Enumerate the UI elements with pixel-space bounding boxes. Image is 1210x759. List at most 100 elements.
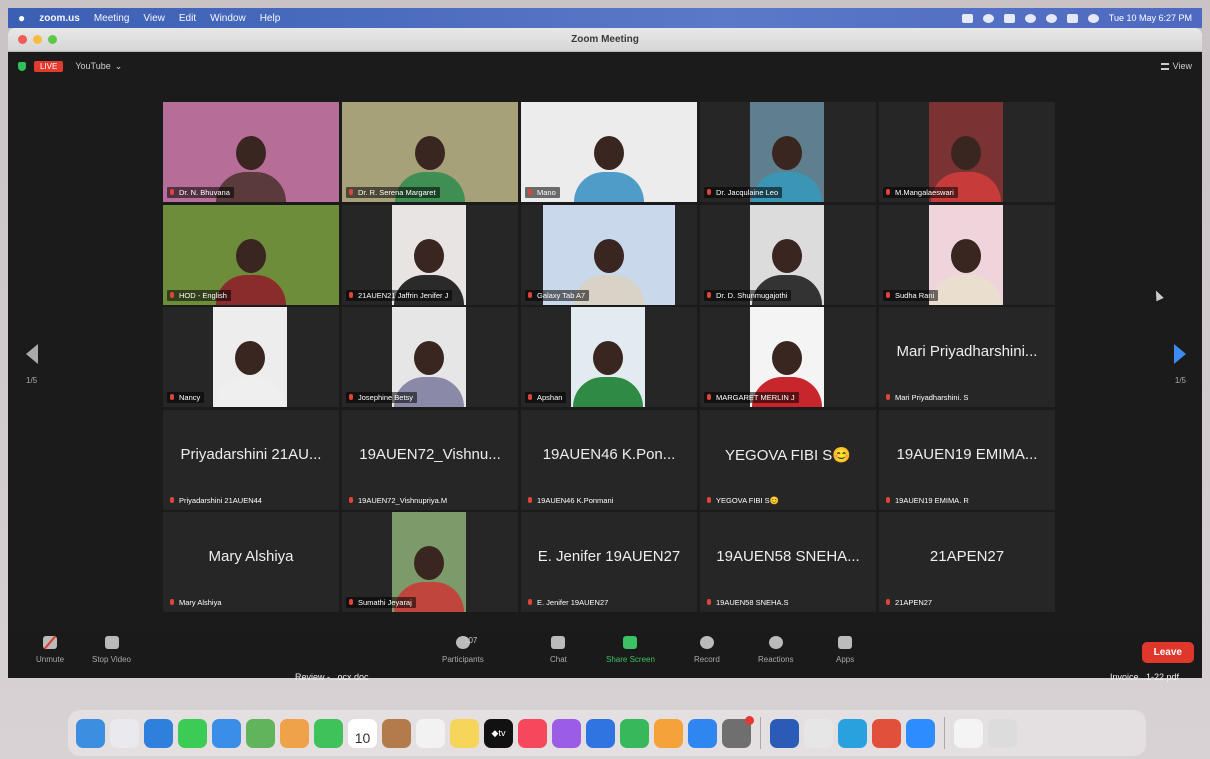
contacts-icon[interactable]	[382, 718, 411, 748]
zoom-status-icon[interactable]	[961, 13, 973, 23]
record-button[interactable]: Record	[694, 636, 720, 664]
participant-tile[interactable]: Mano	[521, 102, 697, 202]
telegram-icon[interactable]	[838, 718, 867, 748]
participant-tile[interactable]: E. Jenifer 19AUEN27 E. Jenifer 19AUEN27	[521, 512, 697, 612]
participant-label-text: HOD - English	[179, 290, 227, 300]
participant-tile[interactable]: 21APEN27 21APEN27	[879, 512, 1055, 612]
numbers-icon[interactable]	[620, 718, 649, 748]
participant-tile[interactable]: Apshan	[521, 307, 697, 407]
notes-icon[interactable]	[450, 718, 479, 748]
menu-app-zoom[interactable]: zoom.us	[39, 13, 80, 24]
spotlight-icon[interactable]	[1045, 13, 1057, 23]
menu-edit[interactable]: Edit	[179, 13, 196, 24]
participant-tile[interactable]: Josephine Betsy	[342, 307, 518, 407]
participant-tile[interactable]: M.Mangalaeswari	[879, 102, 1055, 202]
reactions-button[interactable]: Reactions	[758, 636, 794, 664]
participant-label-text: Mary Alshiya	[179, 598, 222, 607]
menu-meeting[interactable]: Meeting	[94, 13, 130, 24]
chrome-icon[interactable]	[804, 718, 833, 748]
app-store-icon[interactable]	[688, 718, 717, 748]
participant-tile[interactable]: Mary Alshiya Mary Alshiya	[163, 512, 339, 612]
finder-icon[interactable]	[76, 718, 105, 748]
mail-icon[interactable]	[212, 718, 241, 748]
participant-tile[interactable]: Sumathi Jeyaraj	[342, 512, 518, 612]
safari-icon[interactable]	[144, 718, 173, 748]
head-shape	[772, 238, 802, 273]
participant-name-label: Priyadarshini 21AUEN44	[167, 495, 266, 506]
document-icon[interactable]	[954, 718, 983, 748]
word-icon[interactable]	[770, 718, 799, 748]
menu-help[interactable]: Help	[260, 13, 281, 24]
muted-mic-icon	[528, 189, 532, 195]
grid-icon	[1160, 62, 1169, 70]
participant-tile[interactable]: Dr. D. Shunmugajothi	[700, 204, 876, 305]
maps-icon[interactable]	[246, 718, 275, 748]
chevron-down-icon[interactable]: ⌄	[115, 61, 123, 72]
participant-tile[interactable]: Dr. N. Bhuvana	[163, 102, 339, 202]
previous-page-arrow[interactable]	[26, 344, 38, 364]
chat-button[interactable]: Chat	[550, 636, 567, 664]
apple-icon[interactable]: ●	[18, 11, 25, 25]
stream-target[interactable]: YouTube	[75, 61, 110, 71]
next-page-arrow[interactable]	[1174, 344, 1186, 364]
participant-tile[interactable]: Dr. Jacqulaine Leo	[700, 102, 876, 202]
participant-name-label: MARGARET MERLIN J	[704, 392, 799, 403]
participant-tile[interactable]: Sudha Rani	[879, 204, 1055, 305]
calendar-icon[interactable]: 10	[348, 718, 377, 748]
facetime-icon[interactable]	[314, 718, 343, 748]
battery-icon[interactable]	[1003, 13, 1015, 23]
launchpad-icon[interactable]	[110, 718, 139, 748]
zoom-icon[interactable]	[906, 718, 935, 748]
head-shape	[951, 238, 981, 273]
menu-window[interactable]: Window	[210, 13, 246, 24]
tv-icon[interactable]: ◆tv	[484, 718, 513, 748]
record-status-icon[interactable]	[982, 13, 994, 23]
wifi-icon[interactable]	[1024, 13, 1036, 23]
desktop-file-invoice[interactable]: Invoice...1-22.pdf	[1110, 672, 1179, 682]
stop-video-button[interactable]: Stop Video	[92, 636, 131, 664]
menu-view[interactable]: View	[143, 13, 165, 24]
siri-icon[interactable]	[1087, 13, 1099, 23]
participant-tile[interactable]: YEGOVA FIBI S😊 YEGOVA FIBI S😊	[700, 409, 876, 510]
participant-tile[interactable]: 21AUEN21 Jaffrin Jenifer J	[342, 204, 518, 305]
participant-tile[interactable]: MARGARET MERLIN J	[700, 307, 876, 407]
apps-button[interactable]: Apps	[836, 636, 854, 664]
participant-tile[interactable]: HOD - English	[163, 204, 339, 305]
participant-label-text: Nancy	[179, 393, 201, 402]
participant-tile[interactable]: Dr. R. Serena Margaret	[342, 102, 518, 202]
shield-icon[interactable]	[18, 61, 26, 71]
participant-silhouette	[931, 238, 1001, 305]
participant-tile[interactable]: Mari Priyadharshini... Mari Priyadharshin…	[879, 307, 1055, 407]
clock[interactable]: Tue 10 May 6:27 PM	[1109, 13, 1192, 23]
participant-tile[interactable]: 19AUEN72_Vishnu... 19AUEN72_Vishnupriya.M	[342, 409, 518, 510]
trash-icon[interactable]	[988, 718, 1017, 748]
keynote-icon[interactable]	[586, 718, 615, 748]
participant-tile[interactable]: Priyadarshini 21AU... Priyadarshini 21AUE…	[163, 409, 339, 510]
participant-tile[interactable]: Nancy	[163, 307, 339, 407]
reminders-icon[interactable]	[416, 718, 445, 748]
participant-tile[interactable]: Galaxy Tab A7	[521, 204, 697, 305]
music-icon[interactable]	[518, 718, 547, 748]
live-badge[interactable]: LIVE	[34, 60, 64, 72]
messages-icon[interactable]	[178, 718, 207, 748]
control-center-icon[interactable]	[1066, 13, 1078, 23]
muted-mic-icon	[170, 496, 174, 503]
muted-mic-icon	[707, 496, 711, 503]
participants-button[interactable]: 107 Participants	[442, 636, 484, 664]
office-icon[interactable]	[872, 718, 901, 748]
unmute-button[interactable]: Unmute	[36, 636, 64, 664]
participant-tile[interactable]: 19AUEN46 K.Pon... 19AUEN46 K.Ponmani	[521, 409, 697, 510]
photos-icon[interactable]	[280, 718, 309, 748]
leave-button[interactable]: Leave	[1141, 642, 1194, 663]
pages-icon[interactable]	[654, 718, 683, 748]
participant-display-name: 19AUEN46 K.Pon...	[542, 445, 676, 463]
participant-tile[interactable]: 19AUEN58 SNEHA... 19AUEN58 SNEHA.S	[700, 512, 876, 612]
status-area: Tue 10 May 6:27 PM	[961, 13, 1192, 23]
share-screen-button[interactable]: Share Screen	[606, 636, 655, 664]
participant-tile[interactable]: 19AUEN19 EMIMA... 19AUEN19 EMIMA. R	[879, 409, 1055, 510]
podcasts-icon[interactable]	[552, 718, 581, 748]
head-shape	[415, 136, 445, 170]
system-preferences-icon[interactable]	[722, 715, 754, 748]
desktop-file-review[interactable]: Review -...ocx.doc	[295, 672, 369, 682]
view-button[interactable]: View	[1160, 61, 1192, 71]
